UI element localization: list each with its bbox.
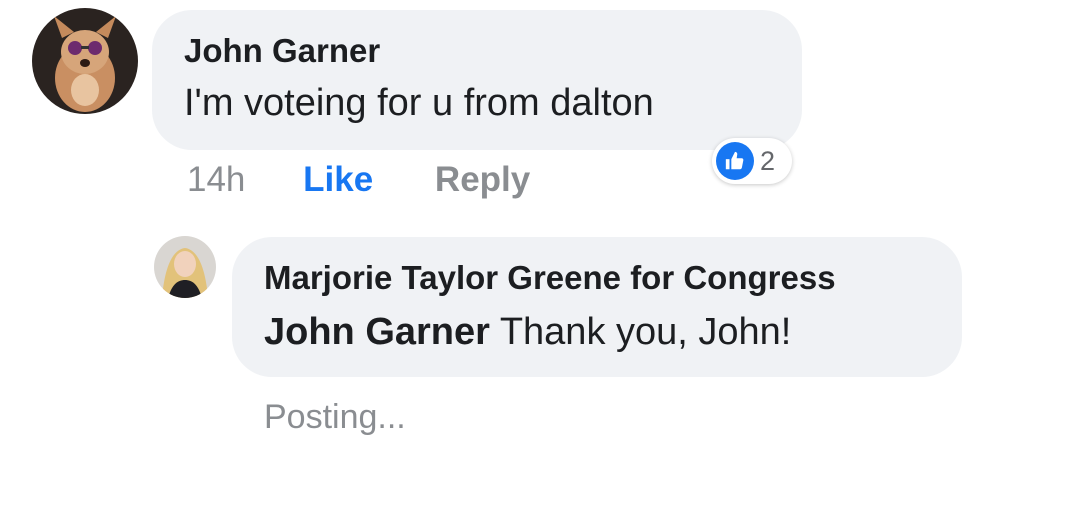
comment-author[interactable]: John Garner [184, 32, 380, 70]
reply-text: Thank you, John! [499, 311, 792, 353]
thumbs-up-icon [716, 142, 754, 180]
posting-status: Posting... [264, 398, 406, 436]
reply-mention[interactable]: John Garner [264, 311, 490, 353]
comment-timestamp[interactable]: 14h [187, 160, 245, 199]
reply-button[interactable]: Reply [435, 160, 530, 199]
reply-text-line: John Garner Thank you, John! [264, 311, 791, 354]
reaction-summary[interactable]: 2 [712, 138, 792, 184]
comment-bubble[interactable]: John Garner I'm voteing for u from dalto… [152, 10, 802, 150]
like-button[interactable]: Like [303, 160, 373, 199]
commenter-avatar[interactable] [32, 8, 138, 114]
comment-actions: 14h Like Reply [187, 160, 530, 200]
reaction-count: 2 [760, 145, 776, 176]
reply-bubble[interactable]: Marjorie Taylor Greene for Congress John… [232, 237, 962, 377]
comment-text: I'm voteing for u from dalton [184, 82, 654, 124]
replier-avatar[interactable] [154, 236, 216, 298]
reply-author[interactable]: Marjorie Taylor Greene for Congress [264, 259, 836, 297]
